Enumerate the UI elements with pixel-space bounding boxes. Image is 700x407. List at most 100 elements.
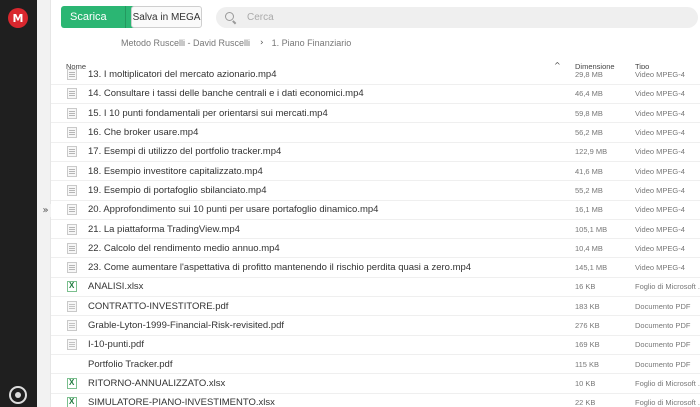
file-size: 29,8 MB xyxy=(575,70,603,80)
file-row[interactable]: 18. Esempio investitore capitalizzato.mp… xyxy=(51,162,700,182)
file-type: Video MPEG-4 xyxy=(635,128,685,138)
file-row[interactable]: 23. Come aumentare l'aspettativa di prof… xyxy=(51,258,700,278)
spreadsheet-file-icon xyxy=(67,397,77,407)
file-size: 16 KB xyxy=(575,282,596,292)
file-name: 17. Esempi di utilizzo del portfolio tra… xyxy=(88,146,282,158)
file-type: Documento PDF xyxy=(635,340,691,350)
file-row[interactable]: 15. I 10 punti fondamentali per orientar… xyxy=(51,104,700,124)
file-type: Video MPEG-4 xyxy=(635,243,685,253)
file-row[interactable]: 13. I moltiplicatori del mercato azionar… xyxy=(51,69,700,85)
file-row[interactable]: 22. Calcolo del rendimento medio annuo.m… xyxy=(51,239,700,259)
file-type: Video MPEG-4 xyxy=(635,185,685,195)
file-name: RITORNO-ANNUALIZZATO.xlsx xyxy=(88,377,226,389)
video-file-icon xyxy=(67,146,77,158)
file-row[interactable]: 14. Consultare i tassi delle banche cent… xyxy=(51,84,700,105)
search-icon xyxy=(225,11,237,24)
file-size: 122,9 MB xyxy=(575,147,608,157)
file-size: 145,1 MB xyxy=(575,263,608,273)
file-size: 115 KB xyxy=(575,359,600,369)
save-to-mega-button[interactable]: Salva in MEGA xyxy=(131,6,202,28)
file-name: 14. Consultare i tassi delle banche cent… xyxy=(88,88,364,100)
file-type: Video MPEG-4 xyxy=(635,224,685,234)
video-file-icon xyxy=(67,88,77,100)
file-type: Foglio di Microsoft ... xyxy=(635,398,700,407)
pdf-file-icon xyxy=(67,300,77,312)
file-type: Video MPEG-4 xyxy=(635,205,685,215)
file-size: 41,6 MB xyxy=(575,166,603,176)
pdf-file-icon xyxy=(67,339,77,351)
file-size: 105,1 MB xyxy=(575,224,608,234)
file-type: Video MPEG-4 xyxy=(635,263,685,273)
file-row[interactable]: 16. Che broker usare.mp4 56,2 MB Video MPE… xyxy=(51,123,700,143)
file-row[interactable]: I-10-punti.pdf 169 KB Documento PDF xyxy=(51,335,700,355)
left-rail: M xyxy=(0,0,37,407)
file-type: Documento PDF xyxy=(635,359,691,369)
file-row[interactable]: 21. La piattaforma TradingView.mp4 105,1 … xyxy=(51,219,700,240)
video-file-icon xyxy=(67,165,77,177)
transfer-manager-icon[interactable] xyxy=(9,386,27,404)
file-type: Video MPEG-4 xyxy=(635,108,685,118)
video-file-icon xyxy=(67,127,77,139)
file-size: 22 KB xyxy=(575,398,596,407)
file-row[interactable]: 19. Esempio di portafoglio sbilanciato.m… xyxy=(51,181,700,201)
file-size: 10,4 MB xyxy=(575,243,603,253)
file-name: 19. Esempio di portafoglio sbilanciato.m… xyxy=(88,184,267,196)
file-size: 10 KB xyxy=(575,378,596,388)
file-name: 22. Calcolo del rendimento medio annuo.m… xyxy=(88,242,280,254)
file-size: 169 KB xyxy=(575,340,600,350)
file-size: 55,2 MB xyxy=(575,185,603,195)
search-bar[interactable] xyxy=(216,7,698,28)
file-row[interactable]: RITORNO-ANNUALIZZATO.xlsx 10 KB Foglio di … xyxy=(51,374,700,394)
file-name: 13. I moltiplicatori del mercato azionar… xyxy=(88,69,277,81)
spreadsheet-file-icon xyxy=(67,377,77,389)
file-name: 21. La piattaforma TradingView.mp4 xyxy=(88,223,240,235)
file-name: Portfolio Tracker.pdf xyxy=(88,358,173,370)
mega-logo-icon[interactable]: M xyxy=(8,8,28,28)
file-type: Foglio di Microsoft ... xyxy=(635,378,700,388)
file-name: CONTRATTO-INVESTITORE.pdf xyxy=(88,300,229,312)
breadcrumb-item-current[interactable]: 1. Piano Finanziario xyxy=(272,38,352,48)
file-size: 56,2 MB xyxy=(575,128,603,138)
pdf-file-icon xyxy=(67,320,77,332)
search-input[interactable] xyxy=(247,12,647,23)
file-name: ANALISI.xlsx xyxy=(88,281,144,293)
file-type: Foglio di Microsoft ... xyxy=(635,282,700,292)
file-name: I-10-punti.pdf xyxy=(88,339,144,351)
file-row[interactable]: ANALISI.xlsx 16 KB Foglio di Microsoft ... xyxy=(51,277,700,298)
video-file-icon xyxy=(67,184,77,196)
file-type: Video MPEG-4 xyxy=(635,166,685,176)
file-size: 59,8 MB xyxy=(575,108,603,118)
file-name: 23. Come aumentare l'aspettativa di prof… xyxy=(88,262,472,274)
file-name: Grable-Lyton-1999-Financial-Risk-revisit… xyxy=(88,320,285,332)
file-row[interactable]: Grable-Lyton-1999-Financial-Risk-revisit… xyxy=(51,316,700,336)
file-name: 20. Approfondimento sui 10 punti per usa… xyxy=(88,204,379,216)
breadcrumb-separator-icon: › xyxy=(260,38,264,48)
top-toolbar: Scarica ▾ Salva in MEGA xyxy=(51,0,700,34)
file-type: Video MPEG-4 xyxy=(635,70,685,80)
file-row[interactable]: Portfolio Tracker.pdf 115 KB Documento PDF xyxy=(51,355,700,375)
download-button[interactable]: Scarica xyxy=(61,6,125,28)
file-size: 16,1 MB xyxy=(575,205,603,215)
video-file-icon xyxy=(67,262,77,274)
file-row[interactable]: 20. Approfondimento sui 10 punti per usa… xyxy=(51,200,700,220)
video-file-icon xyxy=(67,107,77,119)
video-file-icon xyxy=(67,69,77,81)
spreadsheet-file-icon xyxy=(67,281,77,293)
file-list: 13. I moltiplicatori del mercato azionar… xyxy=(51,69,700,407)
file-row[interactable]: SIMULATORE-PIANO-INVESTIMENTO.xlsx 22 KB F… xyxy=(51,393,700,407)
file-row[interactable]: CONTRATTO-INVESTITORE.pdf 183 KB Documento… xyxy=(51,297,700,317)
file-type: Video MPEG-4 xyxy=(635,147,685,157)
breadcrumb-item-root[interactable]: Metodo Ruscelli - David Ruscelli xyxy=(121,38,250,48)
file-size: 276 KB xyxy=(575,321,600,331)
file-size: 183 KB xyxy=(575,301,600,311)
file-type: Documento PDF xyxy=(635,301,691,311)
file-row[interactable]: 17. Esempi di utilizzo del portfolio tra… xyxy=(51,142,700,162)
file-name: 15. I 10 punti fondamentali per orientar… xyxy=(88,107,328,119)
file-name: 18. Esempio investitore capitalizzato.mp… xyxy=(88,165,263,177)
expand-tree-icon[interactable]: » xyxy=(40,204,51,217)
file-name: SIMULATORE-PIANO-INVESTIMENTO.xlsx xyxy=(88,397,275,407)
file-type: Documento PDF xyxy=(635,321,691,331)
file-name: 16. Che broker usare.mp4 xyxy=(88,127,199,139)
video-file-icon xyxy=(67,242,77,254)
file-size: 46,4 MB xyxy=(575,89,603,99)
